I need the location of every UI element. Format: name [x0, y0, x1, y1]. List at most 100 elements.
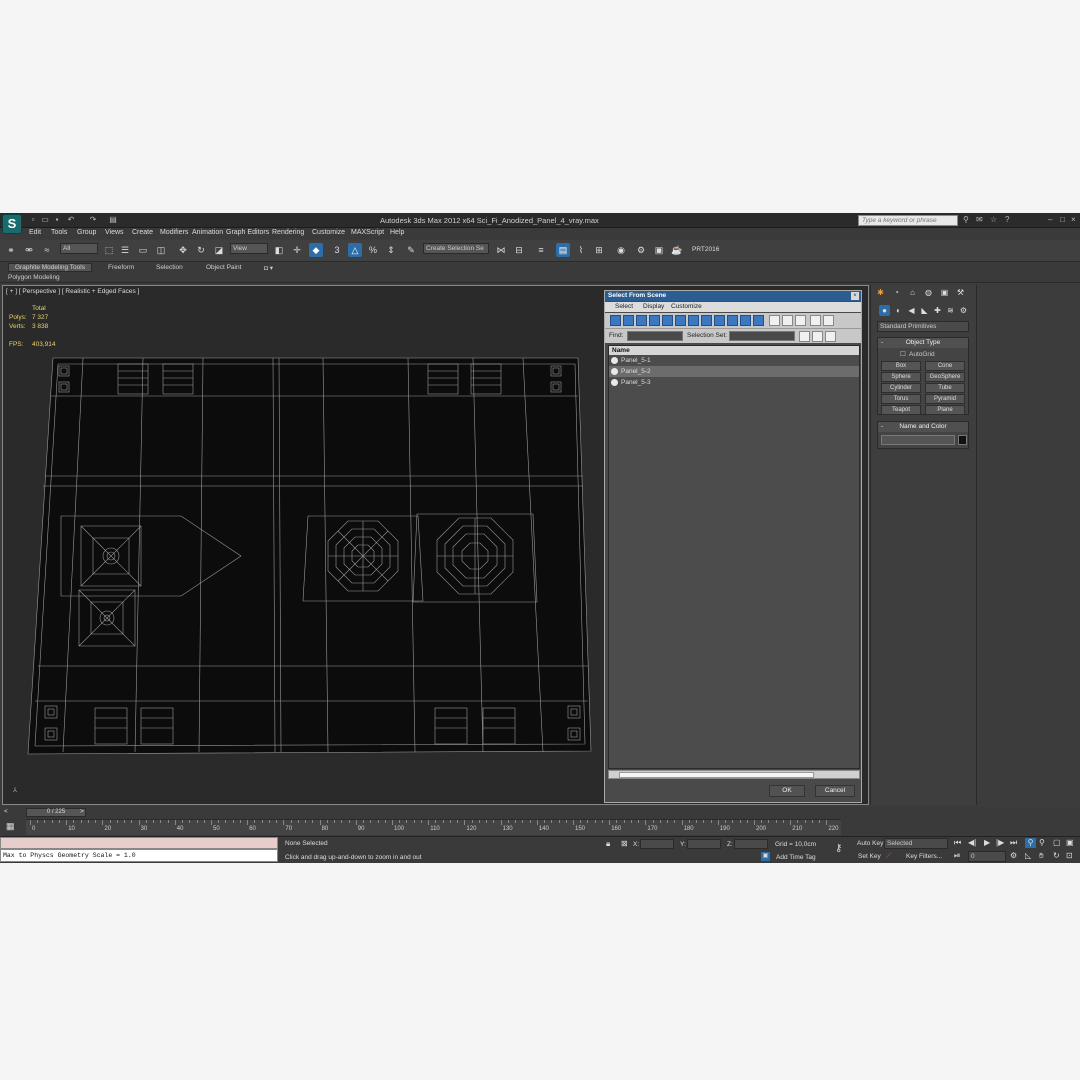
select-manipulate-icon[interactable]: ✛ [290, 243, 304, 257]
prev-frame-arrow-icon[interactable]: < [4, 808, 8, 815]
menu-help[interactable]: Help [390, 229, 404, 236]
material-editor-icon[interactable]: ◉ [614, 243, 628, 257]
help-icon[interactable]: ? [1005, 215, 1009, 225]
column-header-name[interactable]: Name [609, 346, 859, 355]
next-frame-icon[interactable]: |▶ [996, 838, 1004, 848]
bind-space-warp-icon[interactable]: ≈ [40, 243, 54, 257]
rendered-frame-window-icon[interactable]: ▣ [652, 243, 666, 257]
filter-bones-icon[interactable] [714, 315, 725, 326]
box-button[interactable]: Box [881, 361, 921, 371]
angle-snap-icon[interactable]: △ [348, 243, 362, 257]
pan-view-icon[interactable]: ✋︎ [1039, 851, 1044, 861]
play-icon[interactable]: ▶ [984, 838, 990, 848]
dialog-menu-select[interactable]: Select [615, 303, 633, 310]
autogrid-checkbox[interactable]: ☐ [900, 350, 906, 358]
spinner-snap-icon[interactable]: ⇕ [384, 243, 398, 257]
rectangle-selection-icon[interactable]: ▭ [136, 243, 150, 257]
filter-geometry-icon[interactable] [610, 315, 621, 326]
x-coordinate-field[interactable] [640, 839, 674, 849]
open-file-icon[interactable]: ▭ [40, 215, 50, 225]
zoom-extents-all-icon[interactable]: ▣ [1066, 838, 1074, 848]
previous-frame-icon[interactable]: ◀| [968, 838, 976, 848]
selection-set-dropdown[interactable] [729, 331, 795, 341]
percent-snap-icon[interactable]: % [366, 243, 380, 257]
dialog-close-icon[interactable]: × [851, 292, 859, 300]
object-type-header[interactable]: - Object Type [878, 338, 968, 348]
dialog-title[interactable]: Select From Scene [605, 291, 861, 301]
filter-cameras-icon[interactable] [649, 315, 660, 326]
lights-category-icon[interactable]: ◀ [906, 305, 917, 316]
geosphere-button[interactable]: GeoSphere [925, 372, 965, 382]
dialog-menu-display[interactable]: Display [643, 303, 664, 310]
unlink-icon[interactable]: ⚮ [22, 243, 36, 257]
hierarchy-tab-icon[interactable]: ⌂ [907, 287, 918, 298]
new-file-icon[interactable]: ▫ [28, 215, 38, 225]
filter-spacewarps-icon[interactable] [675, 315, 686, 326]
helpers-category-icon[interactable]: ✚ [932, 305, 943, 316]
maxscript-listener[interactable]: Max to Physcs Geometry Scale = 1.0 [0, 837, 278, 864]
menu-customize[interactable]: Customize [312, 229, 345, 236]
mirror-icon[interactable]: ⋈ [494, 243, 508, 257]
named-selection-dropdown[interactable]: Create Selection Se [423, 243, 489, 254]
motion-tab-icon[interactable]: ◍ [923, 287, 934, 298]
primitive-type-dropdown[interactable]: Standard Primitives [877, 321, 969, 332]
menu-animation[interactable]: Animation [192, 229, 223, 236]
favorites-star-icon[interactable]: ☆ [990, 215, 997, 225]
time-slider[interactable]: 0 / 225 [26, 808, 86, 817]
display-tab-icon[interactable]: ▣ [939, 287, 950, 298]
menu-maxscript[interactable]: MAXScript [351, 229, 384, 236]
z-coordinate-field[interactable] [734, 839, 768, 849]
select-all-icon[interactable] [769, 315, 780, 326]
menu-modifiers[interactable]: Modifiers [160, 229, 188, 236]
find-input[interactable] [627, 331, 683, 341]
pyramid-button[interactable]: Pyramid [925, 394, 965, 404]
communication-center-icon[interactable]: ✉ [976, 215, 983, 225]
layer-manager-icon[interactable]: ≡ [534, 243, 548, 257]
shapes-category-icon[interactable]: ◐ [893, 305, 904, 316]
tube-button[interactable]: Tube [925, 383, 965, 393]
edit-named-selection-icon[interactable]: ✎ [404, 243, 418, 257]
spacewarps-category-icon[interactable]: ≋ [945, 305, 956, 316]
undo-icon[interactable]: ↶ [66, 215, 76, 225]
link-icon[interactable]: ⚭ [4, 243, 18, 257]
go-to-end-icon[interactable]: ⏭ [1010, 838, 1017, 848]
plane-button[interactable]: Plane [925, 405, 965, 415]
modify-tab-icon[interactable]: ◔ [891, 287, 902, 298]
ok-button[interactable]: OK [769, 785, 805, 797]
app-logo-icon[interactable]: S [2, 214, 22, 234]
snap-toggle-icon[interactable]: 3 [330, 243, 344, 257]
key-mode-toggle-icon[interactable]: ⏯ [954, 851, 960, 861]
dialog-menu-customize[interactable]: Customize [671, 303, 702, 310]
key-filters-button[interactable]: Key Filters... [906, 853, 942, 860]
systems-category-icon[interactable]: ⚙ [958, 305, 969, 316]
filter-hidden-icon[interactable] [753, 315, 764, 326]
viewport-label[interactable]: [ + ] [ Perspective ] [ Realistic + Edge… [6, 288, 139, 295]
set-key-button[interactable]: Set Key [858, 853, 881, 860]
filter-lights-icon[interactable] [636, 315, 647, 326]
menu-graph-editors[interactable]: Graph Editors [226, 229, 269, 236]
search-icon[interactable]: ⚲ [963, 215, 969, 225]
list-item[interactable]: Panel_5-1 [609, 355, 859, 366]
cone-button[interactable]: Cone [925, 361, 965, 371]
filter-helpers-icon[interactable] [662, 315, 673, 326]
filter-options-icon[interactable] [823, 315, 834, 326]
tab-object-paint[interactable]: Object Paint [206, 264, 241, 271]
add-time-tag-button[interactable]: Add Time Tag [776, 854, 816, 861]
close-icon[interactable]: × [1071, 215, 1076, 225]
cameras-category-icon[interactable]: ◣ [919, 305, 930, 316]
filter-frozen-icon[interactable] [740, 315, 751, 326]
filter-xrefs-icon[interactable] [701, 315, 712, 326]
listener-output[interactable]: Max to Physcs Geometry Scale = 1.0 [0, 849, 278, 862]
teapot-button[interactable]: Teapot [881, 405, 921, 415]
polygon-modeling-panel[interactable]: Polygon Modeling [8, 274, 60, 281]
menu-create[interactable]: Create [132, 229, 153, 236]
redo-icon[interactable]: ↷ [88, 215, 98, 225]
filter-containers-icon[interactable] [727, 315, 738, 326]
list-item[interactable]: Panel_5-3 [609, 377, 859, 388]
filter-shapes-icon[interactable] [623, 315, 634, 326]
zoom-extents-icon[interactable]: ▢ [1053, 838, 1061, 848]
window-crossing-icon[interactable]: ◫ [154, 243, 168, 257]
rotate-icon[interactable]: ↻ [194, 243, 208, 257]
tab-graphite-modeling-tools[interactable]: Graphite Modeling Tools [8, 263, 92, 272]
time-configuration-icon[interactable]: ⚙ [1010, 851, 1017, 861]
